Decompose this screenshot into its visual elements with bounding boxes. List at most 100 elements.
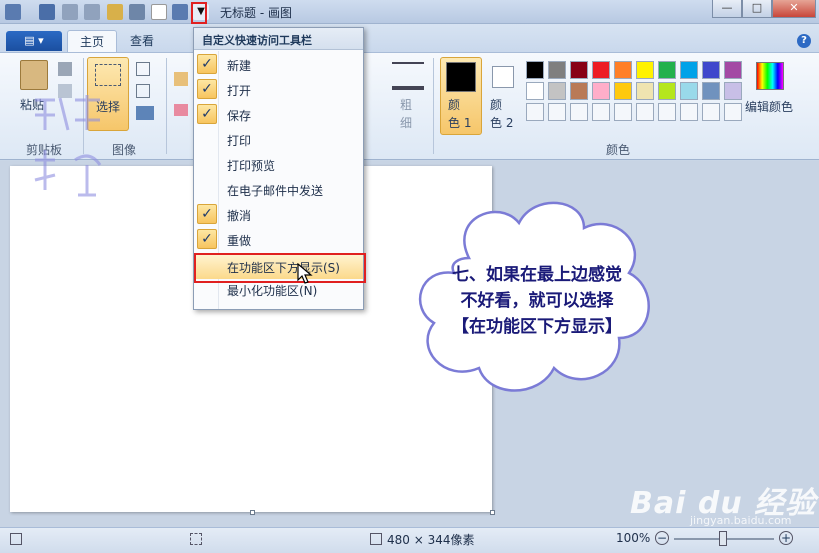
palette-color-swatch[interactable]: [636, 61, 654, 79]
highlight-annotation-box: [194, 253, 366, 283]
menu-item[interactable]: 打印: [194, 127, 363, 152]
palette-color-swatch[interactable]: [702, 61, 720, 79]
window-title: 无标题 - 画图: [220, 6, 292, 20]
custom-color-slot[interactable]: [526, 103, 544, 121]
palette-color-swatch[interactable]: [724, 82, 742, 100]
custom-color-slot[interactable]: [724, 103, 742, 121]
tab-view[interactable]: 查看: [118, 30, 166, 52]
group-divider: [433, 58, 434, 154]
callout-text: 七、如果在最上边感觉不好看，就可以选择【在功能区下方显示】: [452, 265, 622, 337]
zoom-out-button[interactable]: −: [655, 531, 669, 545]
palette-color-swatch[interactable]: [702, 82, 720, 100]
redo-icon[interactable]: [84, 4, 100, 20]
cursor-position-icon: [10, 533, 22, 545]
help-icon[interactable]: ?: [797, 34, 811, 48]
custom-color-slot[interactable]: [636, 103, 654, 121]
checkmark-icon: ✓: [197, 204, 217, 224]
custom-color-slot[interactable]: [658, 103, 676, 121]
palette-color-swatch[interactable]: [548, 82, 566, 100]
print-preview-icon[interactable]: [129, 4, 145, 20]
checkmark-icon: ✓: [197, 79, 217, 99]
pencil-icon[interactable]: [174, 72, 188, 86]
palette-color-swatch[interactable]: [614, 82, 632, 100]
canvas-dimensions: 480 × 344像素: [387, 533, 475, 547]
resize-icon[interactable]: [136, 84, 150, 98]
palette-color-swatch[interactable]: [526, 61, 544, 79]
dropdown-arrow-annotation-box: [191, 2, 207, 24]
menu-item[interactable]: ✓ 撤消: [194, 202, 363, 227]
palette-color-swatch[interactable]: [548, 61, 566, 79]
palette-color-swatch[interactable]: [658, 61, 676, 79]
paint-app-icon[interactable]: [5, 4, 21, 20]
palette-color-swatch[interactable]: [680, 82, 698, 100]
close-button[interactable]: ✕: [772, 0, 816, 18]
new-from-folder-icon[interactable]: [107, 4, 123, 20]
zoom-slider-thumb[interactable]: [719, 531, 727, 546]
menu-item[interactable]: ✓ 新建: [194, 52, 363, 77]
save-icon[interactable]: [39, 4, 55, 20]
menu-item[interactable]: ✓ 打开: [194, 77, 363, 102]
crop-icon[interactable]: [136, 62, 150, 76]
image-group-label: 图像: [112, 143, 137, 157]
group-divider: [166, 58, 167, 154]
menu-item-label: 打印预览: [227, 159, 276, 173]
tab-home[interactable]: 主页: [67, 30, 118, 52]
custom-color-slot[interactable]: [570, 103, 588, 121]
checkmark-icon: ✓: [197, 104, 217, 124]
palette-color-swatch[interactable]: [526, 82, 544, 100]
size-button[interactable]: 粗 细: [400, 96, 412, 132]
menu-item-label: 在电子邮件中发送: [227, 184, 324, 198]
select-rectangle-icon: [95, 64, 121, 86]
paste-clipboard-icon[interactable]: [20, 60, 48, 90]
seal-watermark-logo: [34, 95, 102, 197]
palette-color-swatch[interactable]: [680, 61, 698, 79]
rotate-icon[interactable]: [136, 106, 154, 120]
colors-group-label: 颜色: [606, 143, 631, 157]
custom-color-slot[interactable]: [614, 103, 632, 121]
menu-item[interactable]: 打印预览: [194, 152, 363, 177]
palette-color-swatch[interactable]: [592, 61, 610, 79]
color2-swatch[interactable]: [492, 66, 514, 88]
maximize-button[interactable]: □: [742, 0, 772, 18]
palette-color-swatch[interactable]: [724, 61, 742, 79]
send-email-icon[interactable]: [172, 4, 188, 20]
color1-label: 颜 色 1: [448, 98, 472, 130]
minimize-button[interactable]: —: [712, 0, 742, 18]
menu-item-label: 重做: [227, 234, 252, 248]
edit-colors-button[interactable]: 编辑颜色: [745, 98, 793, 115]
custom-color-slot[interactable]: [702, 103, 720, 121]
palette-color-swatch[interactable]: [570, 82, 588, 100]
zoom-in-button[interactable]: +: [779, 531, 793, 545]
menu-item-label: 保存: [227, 109, 252, 123]
palette-color-swatch[interactable]: [636, 82, 654, 100]
menu-item-label: 打开: [227, 84, 252, 98]
custom-color-slot[interactable]: [680, 103, 698, 121]
custom-color-slot[interactable]: [592, 103, 610, 121]
paint-menu-button[interactable]: ▤ ▾: [6, 31, 62, 51]
menu-item-label: 新建: [227, 59, 252, 73]
menu-item[interactable]: 在电子邮件中发送: [194, 177, 363, 202]
size-lines-icon: [392, 62, 424, 90]
new-icon[interactable]: [151, 4, 167, 20]
resize-handle-bottom[interactable]: [250, 510, 255, 515]
menu-item-label: 打印: [227, 134, 252, 148]
undo-icon[interactable]: [62, 4, 78, 20]
canvas-size-icon: [370, 533, 382, 545]
color2-label: 颜 色 2: [490, 98, 514, 130]
color1-swatch: [446, 62, 476, 92]
custom-color-slot[interactable]: [548, 103, 566, 121]
palette-color-swatch[interactable]: [658, 82, 676, 100]
checkmark-icon: ✓: [197, 229, 217, 249]
eraser-icon[interactable]: [174, 104, 188, 116]
resize-handle-corner[interactable]: [490, 510, 495, 515]
menu-item[interactable]: ✓ 重做: [194, 227, 363, 252]
palette-color-swatch[interactable]: [614, 61, 632, 79]
edit-colors-icon[interactable]: [756, 62, 784, 90]
zoom-level: 100%: [616, 531, 651, 545]
palette-color-swatch[interactable]: [570, 61, 588, 79]
checkmark-icon: ✓: [197, 54, 217, 74]
palette-color-swatch[interactable]: [592, 82, 610, 100]
menu-header: 自定义快速访问工具栏: [194, 28, 363, 50]
cut-icon[interactable]: [58, 62, 72, 76]
menu-item[interactable]: ✓ 保存: [194, 102, 363, 127]
